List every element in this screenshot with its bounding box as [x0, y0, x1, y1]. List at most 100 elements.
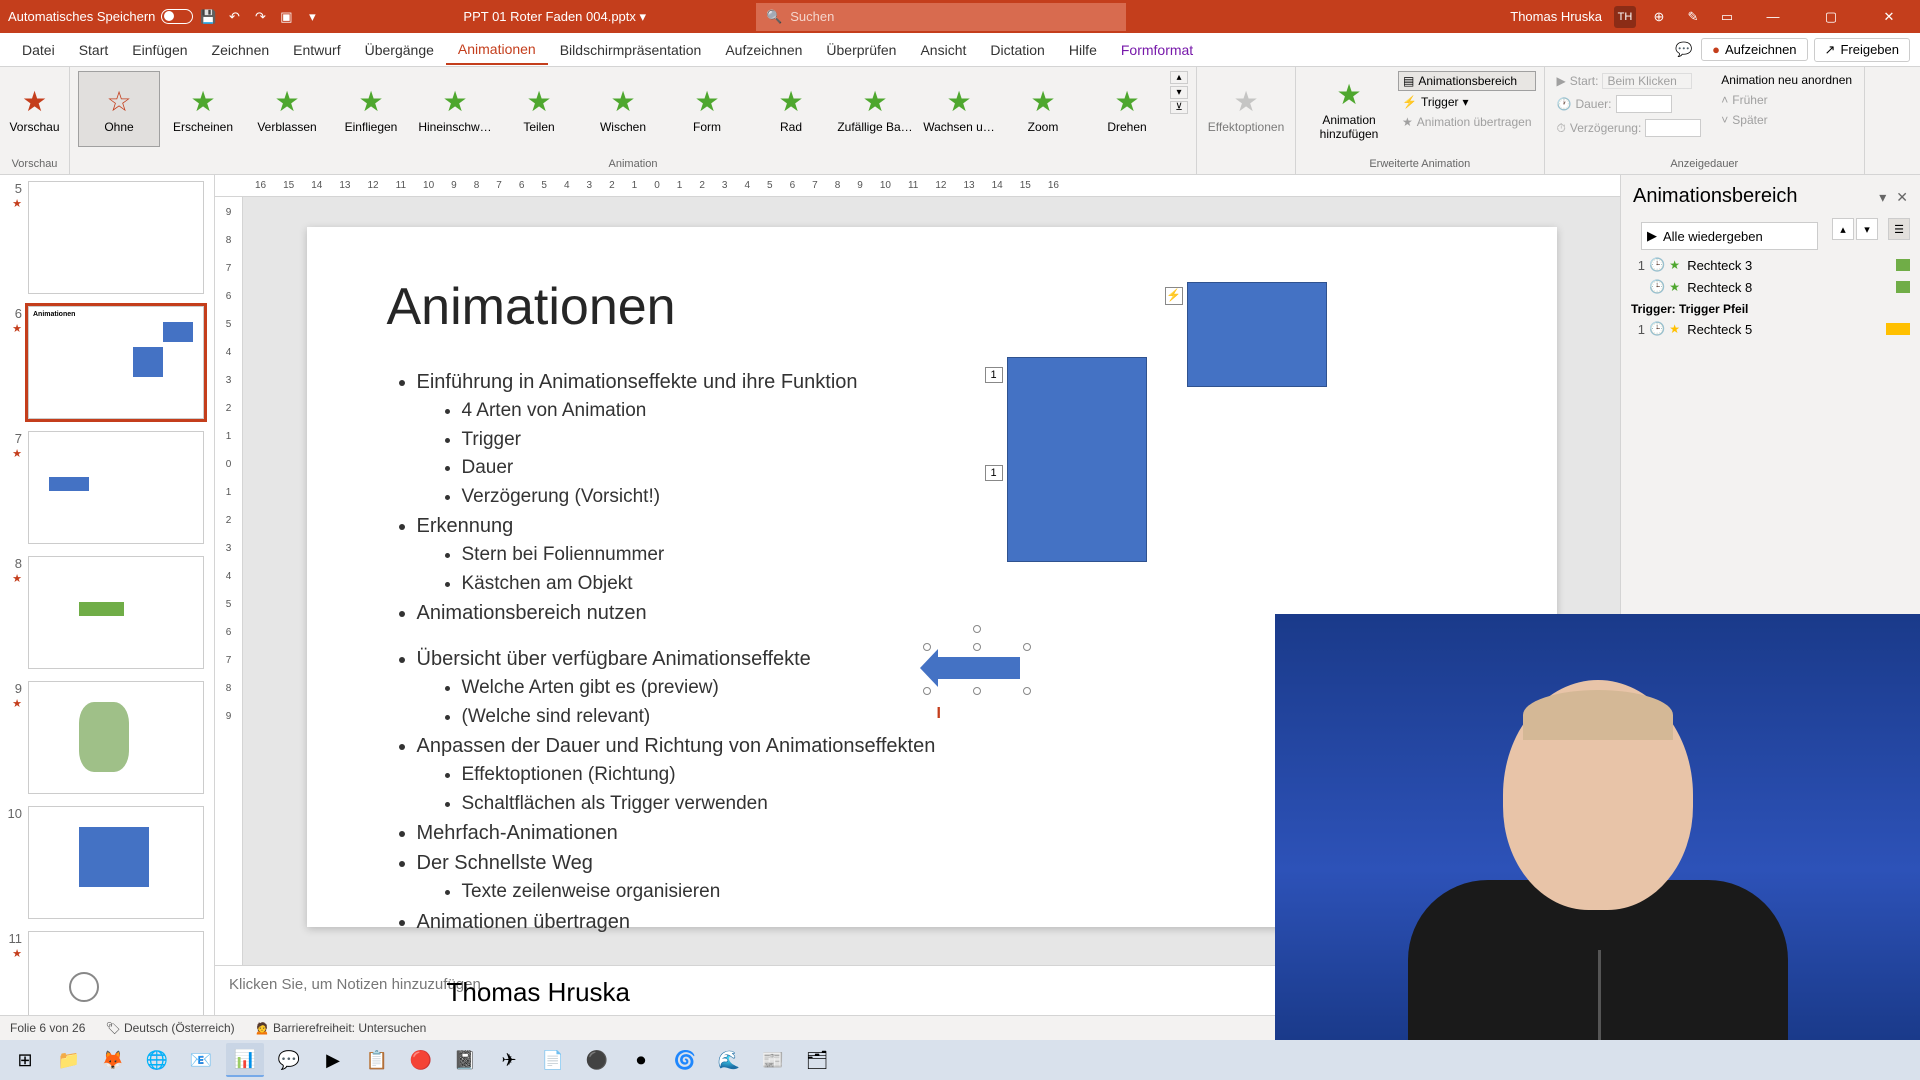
taskbar-app7-icon[interactable]: 📰: [754, 1043, 792, 1077]
anim-ohne[interactable]: ☆Ohne: [78, 71, 160, 147]
tab-zeichnen[interactable]: Zeichnen: [200, 36, 282, 64]
window-icon[interactable]: ▭: [1716, 6, 1738, 28]
anim-zoom[interactable]: ★Zoom: [1002, 71, 1084, 147]
anim-wachsen[interactable]: ★Wachsen u…: [918, 71, 1000, 147]
tab-animationen[interactable]: Animationen: [446, 35, 548, 65]
anim-teilen[interactable]: ★Teilen: [498, 71, 580, 147]
taskbar-firefox-icon[interactable]: 🦊: [94, 1043, 132, 1077]
language-status[interactable]: 🏷 Deutsch (Österreich): [105, 1021, 234, 1035]
close-button[interactable]: ✕: [1866, 0, 1912, 33]
thumb-9[interactable]: [28, 681, 204, 794]
slide-thumbnails[interactable]: 5★ 6★Animationen 7★ 8★ 9★ 10 11★: [0, 175, 215, 1015]
taskbar-app5-icon[interactable]: ⏺: [622, 1043, 660, 1077]
taskbar-app8-icon[interactable]: 🗂: [798, 1043, 836, 1077]
taskbar-app3-icon[interactable]: 🔴: [402, 1043, 440, 1077]
tab-aufzeichnen[interactable]: Aufzeichnen: [713, 36, 814, 64]
taskbar-app6-icon[interactable]: 🌀: [666, 1043, 704, 1077]
move-down-icon[interactable]: ▾: [1856, 218, 1878, 240]
anim-item-trigger-1[interactable]: 1🕒★ Rechteck 5: [1621, 318, 1920, 340]
tab-dictation[interactable]: Dictation: [978, 36, 1056, 64]
preview-button[interactable]: ★Vorschau: [8, 71, 61, 147]
thumb-6[interactable]: Animationen: [28, 306, 204, 419]
thumb-5[interactable]: [28, 181, 204, 294]
taskbar-telegram-icon[interactable]: ✈: [490, 1043, 528, 1077]
taskbar-onenote-icon[interactable]: 📓: [446, 1043, 484, 1077]
animation-pane-button[interactable]: ▤ Animationsbereich: [1398, 71, 1536, 91]
trigger-button[interactable]: ⚡ Trigger ▾: [1398, 93, 1536, 111]
anim-erscheinen[interactable]: ★Erscheinen: [162, 71, 244, 147]
slide-content[interactable]: Einführung in Animationseffekte und ihre…: [417, 367, 1477, 628]
minimize-button[interactable]: —: [1750, 0, 1796, 33]
tab-entwurf[interactable]: Entwurf: [281, 36, 352, 64]
comments-icon[interactable]: 💬: [1673, 39, 1695, 61]
file-name[interactable]: PPT 01 Roter Faden 004.pptx ▾: [463, 9, 646, 25]
draw-icon[interactable]: ✎: [1682, 6, 1704, 28]
taskbar-powerpoint-icon[interactable]: 📊: [226, 1043, 264, 1077]
thumb-11[interactable]: [28, 931, 204, 1015]
anim-zufaellige[interactable]: ★Zufällige Ba…: [834, 71, 916, 147]
save-icon[interactable]: 💾: [197, 6, 219, 28]
view-toggle-icon[interactable]: ☰: [1888, 218, 1910, 240]
tab-ansicht[interactable]: Ansicht: [908, 36, 978, 64]
user-name[interactable]: Thomas Hruska: [1510, 9, 1602, 24]
tab-einfuegen[interactable]: Einfügen: [120, 36, 199, 64]
accessibility-status[interactable]: 🙍 Barrierefreiheit: Untersuchen: [255, 1021, 427, 1035]
pane-close-icon[interactable]: ✕: [1896, 189, 1908, 205]
present-icon[interactable]: ▣: [275, 6, 297, 28]
anim-hineinschweben[interactable]: ★Hineinschw…: [414, 71, 496, 147]
move-up-icon[interactable]: ▴: [1832, 218, 1854, 240]
tab-formformat[interactable]: Formformat: [1109, 36, 1205, 64]
gallery-down-icon[interactable]: ▾: [1170, 86, 1188, 99]
slide-counter[interactable]: Folie 6 von 26: [10, 1021, 85, 1035]
anim-tag-1[interactable]: 1: [985, 367, 1003, 383]
taskbar-outlook-icon[interactable]: 📧: [182, 1043, 220, 1077]
taskbar-app2-icon[interactable]: 📋: [358, 1043, 396, 1077]
anim-item-1[interactable]: 1🕒★ Rechteck 3: [1621, 254, 1920, 276]
user-avatar[interactable]: TH: [1614, 6, 1636, 28]
anim-rad[interactable]: ★Rad: [750, 71, 832, 147]
thumb-10[interactable]: [28, 806, 204, 919]
tab-start[interactable]: Start: [67, 36, 121, 64]
more-icon[interactable]: ▾: [301, 6, 323, 28]
taskbar-chrome-icon[interactable]: 🌐: [138, 1043, 176, 1077]
sync-icon[interactable]: ⊕: [1648, 6, 1670, 28]
trigger-tag-icon[interactable]: ⚡: [1165, 287, 1183, 305]
pane-dropdown-icon[interactable]: ▾: [1879, 189, 1886, 205]
taskbar-vlc-icon[interactable]: ▶: [314, 1043, 352, 1077]
toggle-switch[interactable]: [161, 9, 193, 24]
record-button[interactable]: Aufzeichnen: [1701, 38, 1807, 61]
shape-rechteck-large[interactable]: [1007, 357, 1147, 562]
tab-hilfe[interactable]: Hilfe: [1057, 36, 1109, 64]
tab-bildschirm[interactable]: Bildschirmpräsentation: [548, 36, 714, 64]
maximize-button[interactable]: ▢: [1808, 0, 1854, 33]
anim-item-2[interactable]: 🕒★ Rechteck 8: [1621, 276, 1920, 298]
taskbar-obs-icon[interactable]: ⚫: [578, 1043, 616, 1077]
taskbar-explorer-icon[interactable]: 📁: [50, 1043, 88, 1077]
shape-rechteck-small[interactable]: [1187, 282, 1327, 387]
anim-drehen[interactable]: ★Drehen: [1086, 71, 1168, 147]
share-button[interactable]: ↗ Freigeben: [1814, 38, 1910, 62]
autosave-toggle[interactable]: Automatisches Speichern: [8, 9, 193, 24]
tab-ueberpruefen[interactable]: Überprüfen: [814, 36, 908, 64]
taskbar-app-icon[interactable]: 💬: [270, 1043, 308, 1077]
anim-einfliegen[interactable]: ★Einfliegen: [330, 71, 412, 147]
search-box[interactable]: 🔍: [756, 3, 1126, 31]
thumb-8[interactable]: [28, 556, 204, 669]
thumb-7[interactable]: [28, 431, 204, 544]
taskbar-edge-icon[interactable]: 🌊: [710, 1043, 748, 1077]
gallery-up-icon[interactable]: ▴: [1170, 71, 1188, 84]
start-button[interactable]: ⊞: [6, 1043, 44, 1077]
tab-uebergaenge[interactable]: Übergänge: [353, 36, 446, 64]
anim-tag-2[interactable]: 1: [985, 465, 1003, 481]
search-input[interactable]: [790, 9, 1116, 24]
anim-verblassen[interactable]: ★Verblassen: [246, 71, 328, 147]
anim-form[interactable]: ★Form: [666, 71, 748, 147]
taskbar-app4-icon[interactable]: 📄: [534, 1043, 572, 1077]
anim-wischen[interactable]: ★Wischen: [582, 71, 664, 147]
shape-trigger-arrow[interactable]: [927, 647, 1027, 691]
tab-datei[interactable]: Datei: [10, 36, 67, 64]
add-animation-button[interactable]: ★Animation hinzufügen: [1304, 71, 1394, 147]
undo-icon[interactable]: ↶: [223, 6, 245, 28]
redo-icon[interactable]: ↷: [249, 6, 271, 28]
play-all-button[interactable]: ▶ Alle wiedergeben: [1641, 222, 1818, 250]
